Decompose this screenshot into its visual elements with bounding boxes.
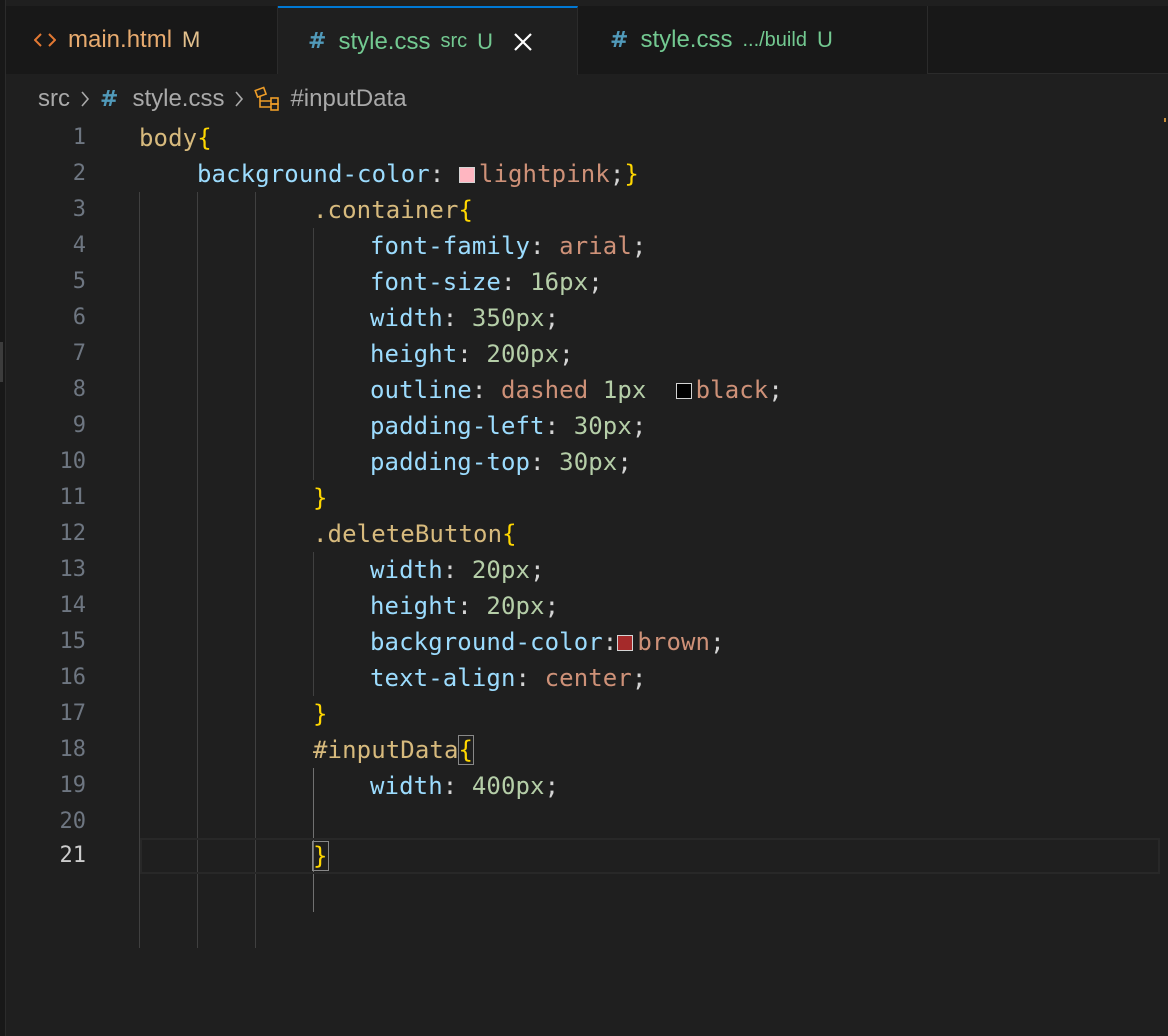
line-number: 21 — [59, 843, 87, 868]
code-text: width: 400px; — [370, 772, 560, 800]
line-number: 20 — [59, 809, 87, 834]
matching-bracket: { — [457, 735, 475, 765]
code-line: 4 font-family: arial; — [6, 228, 1168, 264]
code-editor[interactable]: 1 body{ 2 background-color: lightpink;} … — [6, 120, 1168, 1036]
tab-label: main.html — [68, 26, 173, 53]
breadcrumb-file-label: style.css — [132, 85, 225, 112]
tab-status-untracked: U — [477, 28, 494, 54]
tab-style-css-src[interactable]: # style.css src U — [278, 6, 578, 75]
css-hash-icon: # — [100, 86, 119, 112]
code-text: height: 200px; — [370, 340, 574, 368]
line-number: 6 — [72, 305, 86, 330]
code-line: 6 width: 350px; — [6, 300, 1168, 336]
tab-style-css-build[interactable]: # style.css .../build U — [578, 6, 928, 74]
code-text: padding-top: 30px; — [370, 448, 632, 476]
code-line: 8 outline: dashed 1px black; — [6, 372, 1168, 408]
code-text: width: 350px; — [370, 304, 560, 332]
code-text: text-align: center; — [370, 664, 647, 692]
code-line: 1 body{ — [6, 120, 1168, 156]
editor-window: main.html M # style.css src U # style.cs… — [0, 0, 1168, 1036]
line-number: 17 — [59, 701, 87, 726]
code-line: 11 } — [6, 480, 1168, 516]
code-text: font-family: arial; — [370, 232, 647, 260]
tab-label: style.css — [338, 27, 431, 55]
code-text: .deleteButton{ — [313, 520, 517, 548]
code-line: 5 font-size: 16px; — [6, 264, 1168, 300]
line-number: 4 — [72, 233, 86, 258]
code-line: 19 width: 400px; — [6, 768, 1168, 804]
code-text: font-size: 16px; — [370, 268, 603, 296]
code-text: .container{ — [313, 196, 474, 224]
tab-main-html[interactable]: main.html M — [6, 6, 278, 74]
tab-description: .../build — [742, 28, 807, 51]
breadcrumb-symbol[interactable]: #inputData — [254, 85, 407, 113]
code-line: 9 padding-left: 30px; — [6, 408, 1168, 444]
line-number: 7 — [72, 341, 86, 366]
line-number: 13 — [59, 557, 87, 582]
line-number: 10 — [59, 449, 87, 474]
code-text: } — [313, 484, 328, 512]
code-line: 7 height: 200px; — [6, 336, 1168, 372]
symbol-class-icon — [254, 86, 284, 112]
code-text: width: 20px; — [370, 556, 545, 584]
current-line-highlight — [140, 838, 1160, 874]
code-text: height: 20px; — [370, 592, 560, 620]
chevron-right-icon — [234, 90, 244, 108]
tab-bar: main.html M # style.css src U # style.cs… — [6, 6, 1168, 75]
color-swatch-brown[interactable] — [617, 635, 634, 651]
chevron-right-icon — [80, 90, 90, 108]
breadcrumb-file[interactable]: # style.css — [100, 85, 224, 113]
code-text: background-color: brown; — [370, 628, 725, 656]
breadcrumb: src # style.css #inputData — [38, 80, 407, 118]
line-number: 15 — [59, 629, 87, 654]
color-swatch-black[interactable] — [675, 383, 692, 399]
line-number: 5 — [72, 269, 86, 294]
code-line: 12 .deleteButton{ — [6, 516, 1168, 552]
line-number: 18 — [59, 737, 87, 762]
css-hash-icon: # — [610, 27, 629, 53]
line-number: 16 — [59, 665, 87, 690]
line-number: 3 — [72, 197, 86, 222]
line-number: 9 — [72, 413, 86, 438]
sash-handle[interactable] — [0, 342, 3, 382]
code-line: 17 } — [6, 696, 1168, 732]
code-text: } — [312, 838, 329, 874]
line-number: 8 — [72, 377, 86, 402]
code-text: outline: dashed 1px black; — [370, 376, 783, 404]
close-icon[interactable] — [511, 30, 535, 54]
line-number: 19 — [59, 773, 87, 798]
css-hash-icon: # — [308, 29, 327, 54]
line-number: 14 — [59, 593, 87, 618]
tab-status-modified: M — [182, 27, 201, 52]
line-number: 1 — [72, 125, 86, 150]
code-line: 3 .container{ — [6, 192, 1168, 228]
html-code-icon — [34, 32, 56, 48]
code-line: 13 width: 20px; — [6, 552, 1168, 588]
breadcrumb-symbol-label: #inputData — [290, 85, 407, 112]
code-text: body{ — [139, 124, 212, 152]
code-line: 16 text-align: center; — [6, 660, 1168, 696]
line-number: 12 — [59, 521, 87, 546]
breadcrumb-folder[interactable]: src — [38, 85, 70, 113]
tab-label: style.css — [640, 26, 733, 53]
code-line: 18 #inputData{ — [6, 732, 1168, 768]
color-swatch-lightpink[interactable] — [458, 167, 475, 183]
code-text: #inputData{ — [313, 735, 475, 765]
code-text: padding-left: 30px; — [370, 412, 647, 440]
code-line: 10 padding-top: 30px; — [6, 444, 1168, 480]
code-line: 14 height: 20px; — [6, 588, 1168, 624]
tab-description: src — [440, 30, 468, 52]
code-text: } — [313, 700, 328, 728]
line-number: 11 — [59, 485, 87, 510]
code-line-current: 21 } — [6, 838, 1168, 874]
code-text: background-color: lightpink;} — [197, 160, 639, 188]
line-number: 2 — [72, 161, 86, 186]
matching-bracket: } — [312, 841, 329, 871]
tab-status-untracked: U — [816, 27, 833, 52]
code-line: 20 — [6, 804, 1168, 840]
code-line: 2 background-color: lightpink;} — [6, 156, 1168, 192]
code-line: 15 background-color: brown; — [6, 624, 1168, 660]
